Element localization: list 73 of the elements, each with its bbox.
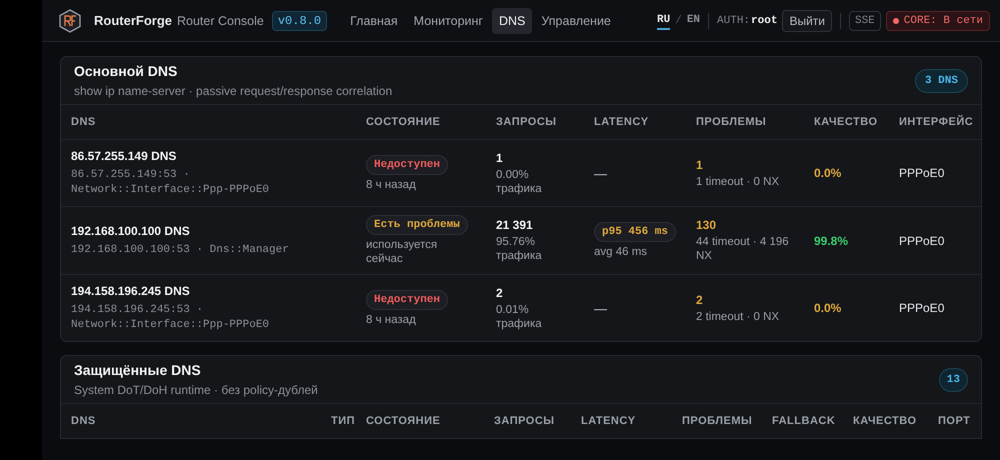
problem-details: 44 timeout · 4 196 NX <box>696 235 790 263</box>
column-header: LATENCY <box>581 415 637 427</box>
nav-tab[interactable]: DNS <box>492 8 532 34</box>
status-badge: Недоступен <box>366 154 448 174</box>
nav-tab[interactable]: Мониторинг <box>406 8 490 34</box>
traffic-share: 95.76% трафика <box>496 235 543 263</box>
logout-button[interactable]: Выйти <box>782 10 832 32</box>
status-note: 8 ч назад <box>366 178 416 192</box>
count-badge: 13 <box>938 368 968 392</box>
app-subtitle: Router Console <box>177 14 264 28</box>
logo-icon <box>58 8 82 32</box>
problem-details: 1 timeout · 0 NX <box>696 174 780 188</box>
interface-name: PPPoE0 <box>899 301 944 315</box>
server-address: 86.57.255.149:53 · Network::Interface::Ppp-PPPoE0 <box>71 168 270 198</box>
auth-label: AUTH: <box>717 14 750 26</box>
nav-tab[interactable]: Главная <box>343 8 405 34</box>
column-header: КАЧЕСТВО <box>853 415 918 427</box>
problem-count: 2 <box>696 292 703 306</box>
card-title: Основной DNS <box>74 63 178 79</box>
sse-badge: SSE <box>848 10 881 30</box>
traffic-share: 0.00% трафика <box>496 168 543 196</box>
column-header: СОСТОЯНИЕ <box>366 415 442 427</box>
brand-name: RouterForge <box>94 13 172 28</box>
column-header: ПРОБЛЕМЫ <box>682 415 754 427</box>
language-option[interactable]: EN <box>686 12 700 30</box>
status-dot-icon <box>892 18 899 24</box>
status-note: 8 ч назад <box>366 312 416 326</box>
language-option[interactable]: RU <box>657 12 670 30</box>
column-header: СОСТОЯНИЕ <box>366 116 442 128</box>
server-name: 86.57.255.149 DNS <box>71 148 176 162</box>
problem-count: 130 <box>696 218 716 232</box>
quality-value: 99.8% <box>814 234 848 248</box>
server-name: 194.158.196.245 DNS <box>71 284 190 298</box>
request-count: 2 <box>496 286 503 300</box>
column-header: DNS <box>71 415 97 427</box>
interface-name: PPPoE0 <box>899 166 944 180</box>
column-header: ИНТЕРФЕЙС <box>899 116 974 128</box>
column-header: DNS <box>71 116 97 128</box>
status-badge: Есть проблемы <box>366 215 468 235</box>
column-header: FALLBACK <box>772 415 836 427</box>
card-subtitle: show ip name-server · passive request/response correlation <box>74 84 392 98</box>
latency-value: — <box>594 300 607 316</box>
server-address: 192.168.100.100:53 · Dns::Manager <box>71 242 289 258</box>
problem-details: 2 timeout · 0 NX <box>696 310 780 324</box>
count-badge: 3 DNS <box>914 68 968 92</box>
column-header: ЗАПРОСЫ <box>496 116 558 128</box>
server-name: 192.168.100.100 DNS <box>71 224 190 238</box>
column-header: КАЧЕСТВО <box>814 116 879 128</box>
problem-count: 1 <box>696 158 703 172</box>
card-subtitle: System DoT/DoH runtime · без policy-дублей <box>74 383 318 397</box>
language-separator: / <box>675 14 682 26</box>
version-badge: v0.8.0 <box>272 10 328 30</box>
interface-name: PPPoE0 <box>899 234 944 248</box>
column-header: ТИП <box>331 415 356 427</box>
column-header: LATENCY <box>594 116 650 128</box>
column-header: ПОРТ <box>938 415 972 427</box>
column-header: ПРОБЛЕМЫ <box>696 116 768 128</box>
nav-tab[interactable]: Управление <box>534 8 618 34</box>
status-note: используется сейчас <box>366 238 438 266</box>
request-count: 21 391 <box>496 218 533 232</box>
column-header: ЗАПРОСЫ <box>494 415 556 427</box>
quality-value: 0.0% <box>814 301 842 315</box>
server-address: 194.158.196.245:53 · Network::Interface::Ppp-PPPoE0 <box>71 302 270 332</box>
core-status-text: CORE: В сети <box>904 14 983 26</box>
card-title: Защищённые DNS <box>74 362 202 378</box>
quality-value: 0.0% <box>814 166 842 180</box>
latency-average: avg 46 ms <box>594 245 648 259</box>
request-count: 1 <box>496 150 503 164</box>
latency-value: — <box>594 166 607 180</box>
auth-user: root <box>751 14 778 26</box>
latency-badge: p95 456 ms <box>594 222 676 242</box>
traffic-share: 0.01% трафика <box>496 302 543 330</box>
status-badge: Недоступен <box>366 290 448 310</box>
